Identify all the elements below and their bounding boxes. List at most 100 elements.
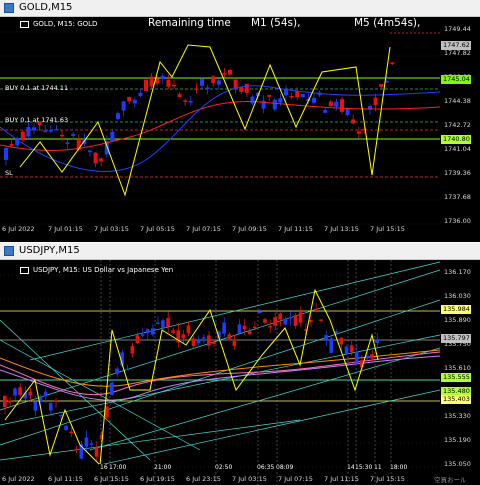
candle-body (188, 100, 193, 103)
candle-body (222, 73, 227, 75)
candle-body (267, 95, 272, 97)
moving-average-orange (0, 349, 440, 387)
price-marker-tag: 135.555 (441, 373, 471, 382)
candle-body (33, 401, 38, 411)
usdjpy-price-chart[interactable] (0, 260, 440, 485)
candle-body (263, 319, 267, 323)
candle-body (295, 91, 300, 98)
candle-body (28, 391, 33, 396)
gold-window-titlebar[interactable]: GOLD,M15 (0, 0, 480, 17)
order-label-1[interactable]: BUY 0.1 at 1744.11 (5, 84, 68, 92)
candle-body (216, 80, 221, 85)
candle-body (252, 326, 257, 329)
price-marker-tag: 1740.80 (441, 135, 471, 144)
time-axis-label: 7 Jul 15:15 (370, 475, 405, 483)
candle-body (227, 334, 231, 339)
time-axis-label: 6 Jul 2022 (2, 225, 35, 233)
gold-price-axis[interactable]: 1749.441747.821746.081744.381742.721741.… (440, 17, 480, 242)
candle-body (3, 395, 7, 408)
usdjpy-price-axis[interactable]: 136.170136.030135.890135.750135.610135.4… (440, 260, 480, 485)
time-axis-label: 6 Jul 11:15 (48, 475, 83, 483)
symbol-dropdown-icon[interactable] (20, 21, 29, 28)
candle-body (93, 152, 98, 164)
remaining-time-m1: M1 (54s), (251, 17, 301, 29)
candle-body (351, 119, 356, 124)
price-tick-label: 135.190 (444, 436, 471, 444)
gold-symbol-label: GOLD, M15: GOLD (33, 20, 98, 28)
vertical-line-tag: 21:00 (153, 464, 173, 471)
vertical-line-tag: 08:09 (275, 464, 295, 471)
usdjpy-window-titlebar[interactable]: USDJPY,M15 (0, 243, 480, 260)
candle-body (32, 127, 36, 131)
symbol-dropdown-icon[interactable] (20, 267, 29, 274)
candle-body (242, 325, 247, 330)
candle-body (26, 126, 31, 137)
broker-watermark: 空買おール (434, 476, 467, 484)
candle-body (43, 130, 48, 132)
moving-average-purple (0, 355, 440, 401)
candle-body (145, 329, 150, 334)
order-label-2[interactable]: BUY 0.1 at 1741.63 (5, 116, 68, 124)
candle-body (166, 79, 171, 87)
candle-body (314, 308, 318, 311)
price-tick-label: 135.050 (444, 460, 471, 468)
candle-body (48, 129, 53, 132)
candle-body (293, 315, 298, 326)
candle-body (194, 88, 199, 90)
candle-body (272, 99, 277, 110)
remaining-time-label: Remaining time (148, 17, 231, 29)
candle-body (247, 331, 252, 335)
candle-body (115, 368, 119, 375)
time-axis-label: 7 Jul 13:15 (324, 225, 359, 233)
candle-body (116, 113, 120, 120)
candle-body (375, 339, 379, 344)
vertical-line-tag: 17:00 (108, 464, 128, 471)
price-tick-label: 1744.38 (444, 97, 471, 105)
candle-body (140, 334, 145, 336)
gold-chart-window[interactable]: GOLD,M15 1749.441747.821746.081744.38174… (0, 0, 480, 242)
candle-body (172, 84, 176, 87)
candle-body (20, 131, 25, 141)
candle-body (54, 129, 59, 131)
candle-body (160, 75, 165, 80)
candle-body (283, 318, 288, 325)
candle-body (161, 320, 165, 328)
candle-body (64, 425, 68, 430)
usdjpy-window-title: USDJPY,M15 (19, 245, 80, 256)
chart-window-icon (4, 246, 14, 256)
trend-channel-line (89, 347, 440, 451)
candle-body (60, 134, 64, 137)
candle-body (9, 143, 14, 146)
candle-body (379, 84, 384, 87)
stop-loss-label[interactable]: SL (5, 169, 13, 177)
time-axis-label: 6 Jul 23:15 (186, 475, 221, 483)
candle-body (273, 317, 277, 326)
candle-body (334, 101, 339, 107)
time-axis-label: 7 Jul 11:15 (324, 475, 359, 483)
candle-body (244, 83, 249, 93)
candle-body (18, 387, 22, 396)
gold-price-chart[interactable] (0, 17, 440, 242)
vertical-line-tag: 11 (373, 464, 383, 471)
price-tick-label: 1747.82 (444, 49, 471, 57)
time-axis-label: 6 Jul 15:15 (94, 475, 129, 483)
usdjpy-chart-window[interactable]: USDJPY,M15 136.170 136.030 135.890 135.750 1… (0, 243, 480, 485)
candle-body (344, 346, 349, 355)
price-tick-label: 136.170 (444, 268, 471, 276)
price-tick-label: 135.610 (444, 364, 471, 372)
price-tick-label: 135.330 (444, 412, 471, 420)
candle-body (59, 414, 63, 417)
candle-body (200, 78, 204, 86)
price-marker-tag: 135.403 (441, 395, 471, 404)
time-axis-label: 7 Jul 07:15 (186, 225, 221, 233)
price-marker-tag: 1745.04 (441, 75, 471, 84)
candle-body (13, 388, 17, 396)
candle-body (258, 311, 262, 314)
price-tick-label: 1741.04 (444, 145, 471, 153)
time-axis-label: 7 Jul 11:15 (278, 225, 313, 233)
zigzag-line (19, 44, 391, 197)
candle-body (373, 97, 378, 106)
time-axis-label: 7 Jul 05:15 (140, 225, 175, 233)
price-tick-label: 136.030 (444, 292, 471, 300)
time-axis-label: 6 Jul 19:15 (140, 475, 175, 483)
